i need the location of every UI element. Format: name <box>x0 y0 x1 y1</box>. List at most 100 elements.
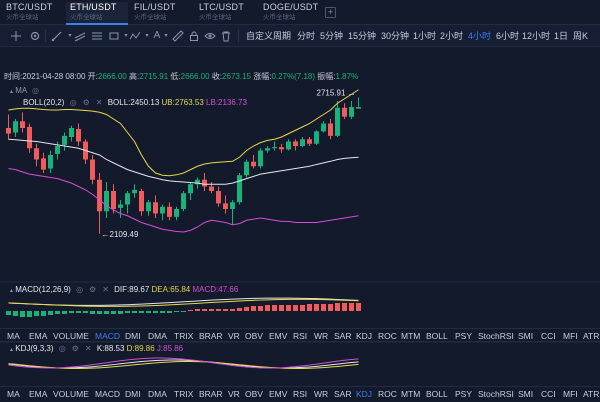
candle-body <box>356 107 361 109</box>
macd-histogram-bar <box>265 305 270 311</box>
macd-histogram-bar <box>188 310 193 311</box>
macd-histogram-bar <box>251 306 256 311</box>
indicator2-ema[interactable]: EMA <box>29 389 47 399</box>
indicator2-roc[interactable]: ROC <box>378 389 397 399</box>
candle-body <box>13 121 18 133</box>
candle-body <box>27 126 32 149</box>
indicator2-volume[interactable]: VOLUME <box>53 389 89 399</box>
macd-histogram-bar <box>90 311 95 314</box>
indicator2-wr[interactable]: WR <box>314 389 328 399</box>
indicator2-cci[interactable]: CCI <box>541 389 556 399</box>
macd-histogram-bar <box>209 309 214 311</box>
indicator2-stochrsi[interactable]: StochRSI <box>478 389 514 399</box>
macd-histogram-bar <box>27 311 32 317</box>
candle-body <box>272 147 277 149</box>
candle-body <box>20 121 25 128</box>
candle-body <box>69 128 74 137</box>
indicator-cci[interactable]: CCI <box>541 331 556 341</box>
indicator-obv[interactable]: OBV <box>245 331 263 341</box>
indicator-mtm[interactable]: MTM <box>401 331 420 341</box>
close-icon[interactable]: ✕ <box>96 98 103 108</box>
eye-icon[interactable]: ◎ <box>76 285 83 295</box>
indicator2-sar[interactable]: SAR <box>334 389 351 399</box>
ohlc-info: 时间:2021-04-28 08:00 开:2666.00 高:2715.91 … <box>4 72 358 82</box>
indicator2-kdj[interactable]: KDJ <box>356 389 372 399</box>
indicator2-brar[interactable]: BRAR <box>199 389 223 399</box>
indicator2-rsi[interactable]: RSI <box>293 389 307 399</box>
indicator2-atr[interactable]: ATR <box>583 389 599 399</box>
close-icon[interactable]: ✕ <box>102 285 109 295</box>
open-value: 2666.00 <box>97 72 127 81</box>
settings-icon[interactable]: ⚙ <box>89 285 96 295</box>
indicator-stochrsi[interactable]: StochRSI <box>478 331 514 341</box>
macd-histogram-bar <box>20 311 25 317</box>
macd-histogram-bar <box>328 304 333 311</box>
indicator-volume[interactable]: VOLUME <box>53 331 89 341</box>
indicator-kdj[interactable]: KDJ <box>356 331 372 341</box>
indicator-roc[interactable]: ROC <box>378 331 397 341</box>
indicator2-dma[interactable]: DMA <box>148 389 167 399</box>
macd-histogram-bar <box>83 311 88 313</box>
indicator2-obv[interactable]: OBV <box>245 389 263 399</box>
indicator-wr[interactable]: WR <box>314 331 328 341</box>
indicator-macd[interactable]: MACD <box>95 331 120 341</box>
macd-histogram-bar <box>6 311 11 315</box>
indicator-dmi[interactable]: DMI <box>125 331 141 341</box>
indicator2-smi[interactable]: SMI <box>518 389 533 399</box>
candle-body <box>286 141 291 150</box>
indicator2-macd[interactable]: MACD <box>95 389 120 399</box>
indicator2-mfi[interactable]: MFI <box>563 389 578 399</box>
indicator-trix[interactable]: TRIX <box>174 331 193 341</box>
candle-body <box>349 107 354 117</box>
indicator-vr[interactable]: VR <box>228 331 240 341</box>
indicator2-ma[interactable]: MA <box>7 389 20 399</box>
chevron-up-icon[interactable]: ▴ <box>10 288 13 294</box>
candle-body <box>342 107 347 117</box>
boll-name: BOLL(20,2) <box>23 98 65 107</box>
indicator-emv[interactable]: EMV <box>269 331 287 341</box>
chevron-up-icon[interactable]: ▴ <box>10 347 13 353</box>
candle-body <box>174 209 179 217</box>
indicator2-vr[interactable]: VR <box>228 389 240 399</box>
chevron-up-icon[interactable]: ▴ <box>10 89 13 95</box>
indicator-rsi[interactable]: RSI <box>293 331 307 341</box>
indicator-ema[interactable]: EMA <box>29 331 47 341</box>
eye-icon[interactable]: ◎ <box>70 98 77 108</box>
candle-body <box>293 141 298 146</box>
indicator2-dmi[interactable]: DMI <box>125 389 141 399</box>
macd-histogram-bar <box>139 311 144 313</box>
macd-histogram-bar <box>286 305 291 311</box>
indicator-ma[interactable]: MA <box>7 331 20 341</box>
kdj-d-value: D:89.86 <box>126 344 155 353</box>
indicator-dma[interactable]: DMA <box>148 331 167 341</box>
amplitude-value: 1.87% <box>335 72 359 81</box>
indicator-boll[interactable]: BOLL <box>426 331 448 341</box>
candle-body <box>300 139 305 146</box>
indicator-mfi[interactable]: MFI <box>563 331 578 341</box>
eye-icon[interactable]: ◎ <box>59 344 66 354</box>
indicator2-mtm[interactable]: MTM <box>401 389 420 399</box>
indicator-sar[interactable]: SAR <box>334 331 351 341</box>
eye-icon[interactable]: ◎ <box>32 86 39 96</box>
macd-histogram-bar <box>279 305 284 311</box>
settings-icon[interactable]: ⚙ <box>83 98 90 108</box>
indicator2-boll[interactable]: BOLL <box>426 389 448 399</box>
close-icon[interactable]: ✕ <box>85 344 92 354</box>
boll-indicator-row: BOLL(20,2) ◎ ⚙ ✕ BOLL:2450.13 UB:2763.53 L… <box>23 98 247 108</box>
macd-histogram-bar <box>181 311 186 312</box>
macd-histogram-bar <box>132 311 137 313</box>
macd-histogram-bar <box>237 308 242 311</box>
settings-icon[interactable]: ⚙ <box>72 344 79 354</box>
macd-name: MACD(12,26,9) <box>15 285 71 294</box>
indicator2-trix[interactable]: TRIX <box>174 389 193 399</box>
indicator2-psy[interactable]: PSY <box>455 389 472 399</box>
macd-histogram-bar <box>356 303 361 311</box>
indicator-atr[interactable]: ATR <box>583 331 599 341</box>
macd-histogram-bar <box>41 311 46 316</box>
candle-body <box>76 129 81 142</box>
indicator2-emv[interactable]: EMV <box>269 389 287 399</box>
indicator-smi[interactable]: SMI <box>518 331 533 341</box>
indicator-brar[interactable]: BRAR <box>199 331 223 341</box>
indicator-psy[interactable]: PSY <box>455 331 472 341</box>
candle-body <box>34 148 39 160</box>
